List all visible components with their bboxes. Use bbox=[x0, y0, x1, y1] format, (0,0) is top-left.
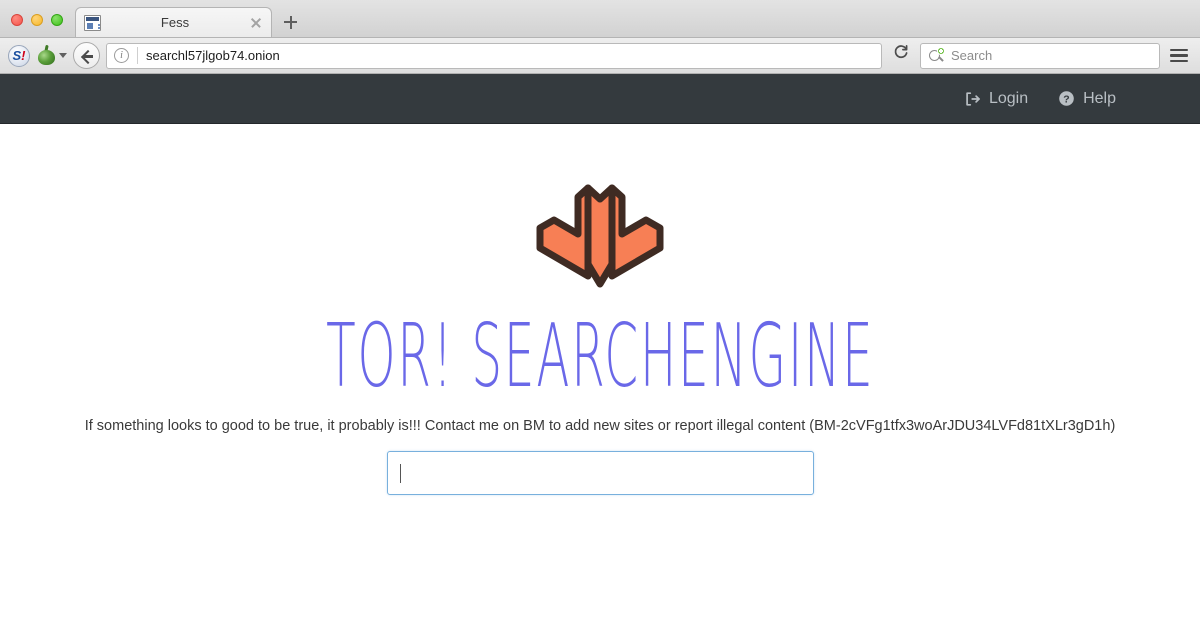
url-divider bbox=[137, 47, 138, 64]
reload-icon[interactable] bbox=[888, 44, 914, 68]
site-info-icon[interactable]: i bbox=[114, 48, 129, 63]
brand-part-2: SEARCHENGINE bbox=[471, 306, 875, 408]
browser-tab[interactable]: Fess bbox=[75, 7, 272, 37]
browser-toolbar: S! i searchl57jlgob74.onion Search bbox=[0, 38, 1200, 74]
yahoo-extension-icon[interactable]: S! bbox=[8, 44, 30, 67]
menu-icon[interactable] bbox=[1166, 43, 1192, 69]
sign-in-icon bbox=[965, 91, 981, 107]
tor-searchengine-logo bbox=[532, 172, 668, 298]
hero-section: TOR! SEARCHENGINE If something looks to … bbox=[0, 124, 1200, 496]
close-window-button[interactable] bbox=[11, 14, 23, 26]
site-topnav: Login ? Help bbox=[0, 74, 1200, 124]
address-bar[interactable]: i searchl57jlgob74.onion bbox=[106, 42, 882, 69]
sbang-exclaim: ! bbox=[21, 47, 26, 63]
browser-search-box[interactable]: Search bbox=[920, 42, 1160, 69]
new-tab-button[interactable] bbox=[274, 7, 308, 37]
brand-space bbox=[454, 318, 471, 397]
site-tagline: If something looks to good to be true, i… bbox=[84, 418, 1116, 435]
tab-strip: Fess bbox=[0, 0, 1200, 38]
site-brand-title: TOR! SEARCHENGINE bbox=[325, 306, 875, 408]
onion-icon bbox=[36, 44, 57, 66]
browser-chrome: Fess S! i searchl57jlgob74.onion Search bbox=[0, 0, 1200, 74]
tor-onion-button[interactable] bbox=[36, 44, 67, 66]
brand-part-1: TOR bbox=[325, 306, 433, 408]
document-favicon bbox=[84, 14, 101, 31]
close-icon[interactable] bbox=[249, 16, 263, 30]
onion-bulb bbox=[38, 50, 55, 65]
back-button[interactable] bbox=[73, 42, 100, 69]
help-link[interactable]: ? Help bbox=[1058, 90, 1116, 108]
maximize-window-button[interactable] bbox=[51, 14, 63, 26]
search-input[interactable] bbox=[386, 451, 814, 496]
page-content: Login ? Help TOR ! SEARCHENGINE If somet… bbox=[0, 74, 1200, 626]
minimize-window-button[interactable] bbox=[31, 14, 43, 26]
text-caret bbox=[399, 463, 401, 483]
browser-search-placeholder: Search bbox=[951, 48, 993, 63]
window-controls bbox=[0, 14, 73, 37]
brand-exclaim: ! bbox=[432, 306, 454, 408]
help-label: Help bbox=[1083, 89, 1116, 107]
search-icon bbox=[929, 47, 945, 63]
question-circle-icon: ? bbox=[1058, 90, 1075, 107]
tab-title: Fess bbox=[160, 15, 190, 30]
login-link[interactable]: Login bbox=[965, 90, 1028, 108]
svg-text:?: ? bbox=[1063, 93, 1069, 105]
login-label: Login bbox=[988, 89, 1029, 107]
sbang-letter: S bbox=[12, 47, 22, 63]
add-badge-icon bbox=[937, 47, 945, 55]
chevron-down-icon[interactable] bbox=[59, 53, 67, 58]
url-text: searchl57jlgob74.onion bbox=[146, 48, 280, 63]
